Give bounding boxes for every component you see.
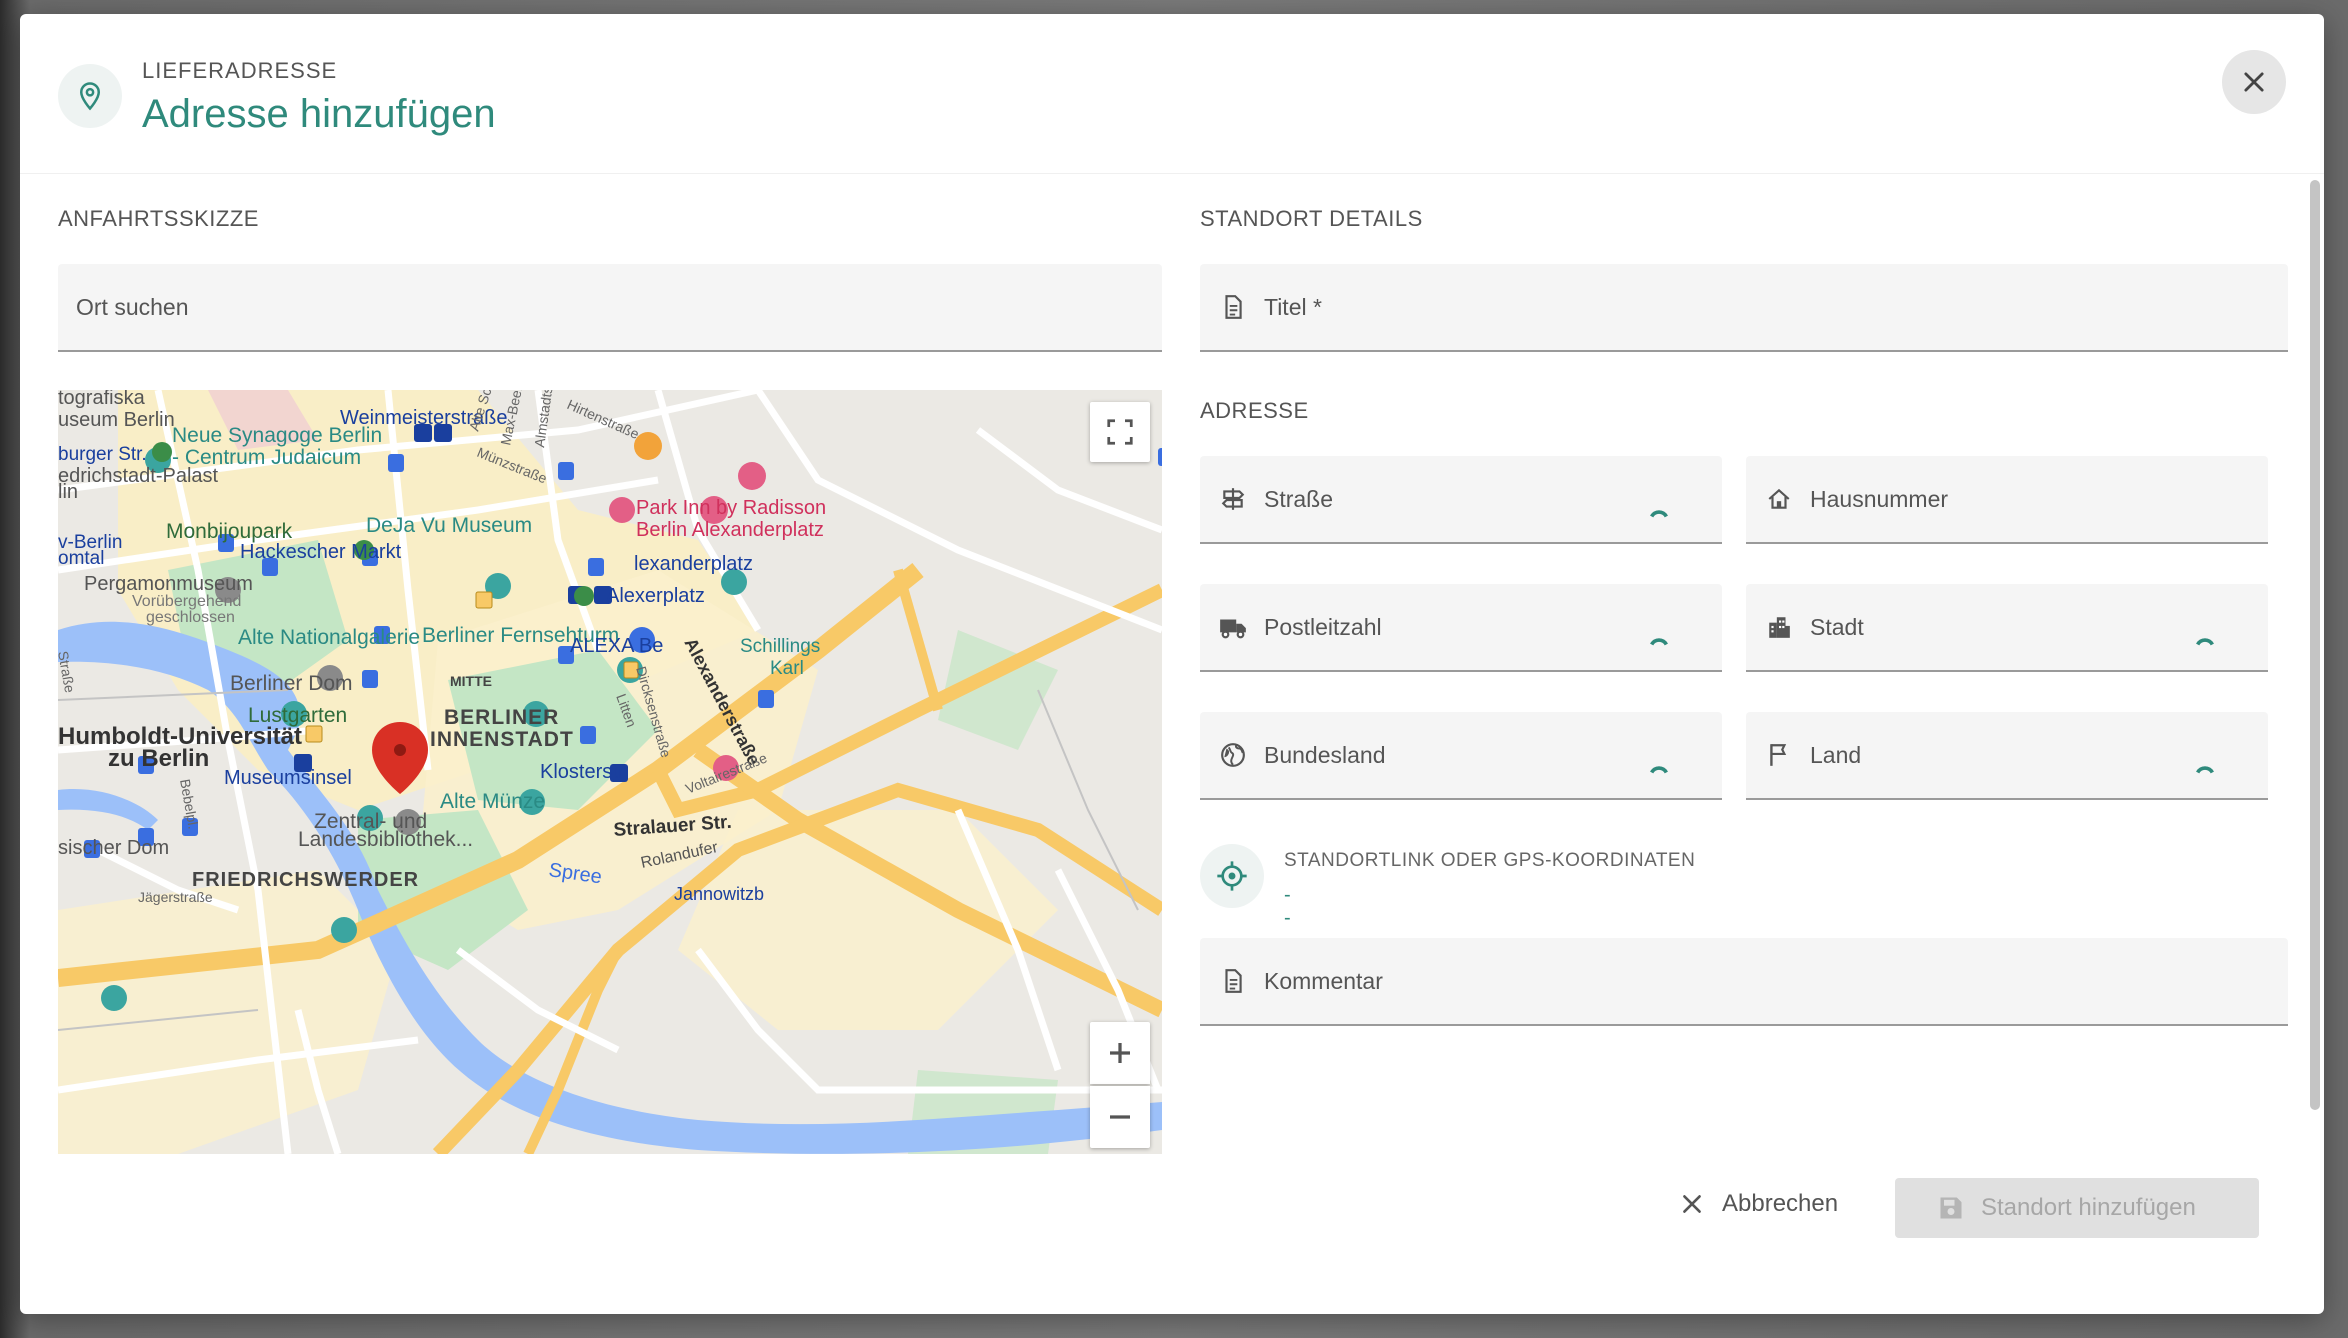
map-label-berliner: BERLINER: [444, 706, 559, 729]
flag-icon: [1764, 740, 1794, 770]
map-label-alexanderplatz: lexanderplatz: [634, 553, 753, 575]
map-label-jannowitz: Jannowitzb: [674, 884, 764, 904]
fullscreen-button[interactable]: [1090, 402, 1150, 462]
save-icon: [1935, 1192, 1967, 1224]
map-label-zu-berlin: zu Berlin: [108, 745, 209, 772]
city-field[interactable]: Stadt: [1746, 584, 2268, 672]
loading-spinner-icon: [1650, 510, 1668, 518]
city-field-label: Stadt: [1810, 613, 1864, 640]
map-label-alexerplatz: Alexerplatz: [606, 585, 705, 607]
dialog-scrollbar[interactable]: [2308, 174, 2322, 1114]
gps-coordinates-label: STANDORTLINK ODER GPS-KOORDINATEN: [1284, 850, 1696, 871]
country-field-label: Land: [1810, 741, 1862, 768]
comment-field[interactable]: Kommentar: [1200, 938, 2288, 1026]
loading-spinner-icon: [1650, 766, 1668, 774]
loading-spinner-icon: [2196, 638, 2214, 646]
map-label-karl: Karl: [770, 658, 804, 679]
postal-code-field-label: Postleitzahl: [1264, 613, 1382, 640]
zoom-out-button[interactable]: [1090, 1086, 1150, 1148]
house-icon: [1764, 484, 1794, 514]
close-icon: [2244, 72, 2264, 92]
map-label-dom-left: sischer Dom: [58, 837, 169, 859]
house-number-field[interactable]: Hausnummer: [1746, 456, 2268, 544]
map-label-friedrichstadt: edrichstadt-Palast: [58, 465, 219, 487]
map-canvas[interactable]: tografiska useum Berlin Neue Synagoge Be…: [58, 390, 1162, 1154]
scrollbar-thumb[interactable]: [2310, 180, 2320, 1110]
map-label-schillings: Schillings: [740, 636, 820, 657]
place-search-placeholder: Ort suchen: [76, 293, 189, 320]
state-field-label: Bundesland: [1264, 741, 1386, 768]
map-label-dejavu: DeJa Vu Museum: [366, 514, 532, 537]
map-view[interactable]: tografiska useum Berlin Neue Synagoge Be…: [58, 390, 1162, 1154]
dialog-overline: LIEFERADRESSE: [142, 58, 338, 83]
close-icon: [1676, 1188, 1708, 1220]
loading-spinner-icon: [1650, 638, 1668, 646]
location-pin-icon: [58, 64, 122, 128]
map-label-park-inn-2: Berlin Alexanderplatz: [636, 519, 824, 541]
map-label-alte-nationalgalerie: Alte Nationalgalerie: [238, 626, 420, 649]
cancel-button-label: Abbrechen: [1722, 1190, 1839, 1217]
map-label-friedrichstadt-2: lin: [58, 481, 78, 503]
map-label-museum-top-left-2: useum Berlin: [58, 409, 175, 431]
street-field[interactable]: Straße: [1200, 456, 1722, 544]
house-number-field-label: Hausnummer: [1810, 485, 1949, 512]
map-label-monbijou: Monbijoupark: [166, 520, 293, 543]
dialog-header: LIEFERADRESSE Adresse hinzufügen: [20, 14, 2324, 174]
postal-code-field[interactable]: Postleitzahl: [1200, 584, 1722, 672]
map-label-hackescher: Hackescher Markt: [240, 541, 402, 563]
cancel-button[interactable]: Abbrechen: [1660, 1174, 1860, 1234]
document-icon: [1218, 292, 1248, 322]
address-section-label: ADRESSE: [1200, 398, 1309, 423]
truck-icon: [1218, 612, 1248, 642]
plus-icon: [1110, 1043, 1130, 1063]
dialog-title: Adresse hinzufügen: [142, 92, 496, 136]
minus-icon: [1110, 1115, 1130, 1119]
country-field[interactable]: Land: [1746, 712, 2268, 800]
map-label-omtal: omtal: [58, 548, 104, 569]
comment-field-label: Kommentar: [1264, 967, 1383, 994]
add-address-dialog: LIEFERADRESSE Adresse hinzufügen ANFAHRT…: [20, 14, 2324, 1314]
add-location-button[interactable]: Standort hinzufügen: [1895, 1178, 2259, 1238]
map-label-klosterstr: Klosterstr.: [540, 761, 629, 783]
signpost-icon: [1218, 484, 1248, 514]
document-icon: [1218, 966, 1248, 996]
title-field-label: Titel *: [1264, 293, 1322, 320]
map-label-landesbibliothek: Landesbibliothek...: [298, 828, 473, 851]
details-section-label: STANDORT DETAILS: [1200, 206, 1423, 231]
map-label-voruebergehend: Vorübergehend: [132, 593, 241, 610]
close-button[interactable]: [2222, 50, 2286, 114]
map-label-mitte: MITTE: [450, 673, 492, 689]
place-search-input[interactable]: Ort suchen: [58, 264, 1162, 352]
loading-spinner-icon: [2196, 766, 2214, 774]
map-label-museum-top-left: tografiska: [58, 390, 146, 409]
title-field[interactable]: Titel *: [1200, 264, 2288, 352]
add-location-button-label: Standort hinzufügen: [1981, 1194, 2196, 1221]
globe-icon: [1218, 740, 1248, 770]
map-label-innenstadt: INNENSTADT: [430, 728, 574, 751]
target-icon: [1200, 844, 1264, 908]
map-label-geschlossen: geschlossen: [146, 609, 235, 626]
state-field[interactable]: Bundesland: [1200, 712, 1722, 800]
map-label-pergamon: Pergamonmuseum: [84, 573, 253, 595]
map-label-berliner-dom: Berliner Dom: [230, 672, 353, 695]
map-label-museumsinsel: Museumsinsel: [224, 767, 352, 789]
map-label-alte-muenze: Alte Münze: [440, 790, 545, 813]
map-label-alexa: ALEXA Be: [570, 635, 663, 657]
map-label-oranienburger: burger Str.: [58, 444, 147, 465]
map-label-friedrichswerder: FRIEDRICHSWERDER: [192, 869, 419, 891]
map-section-label: ANFAHRTSSKIZZE: [58, 206, 259, 231]
zoom-in-button[interactable]: [1090, 1022, 1150, 1084]
city-icon: [1764, 612, 1794, 642]
map-label-jaegerstrasse: Jägerstraße: [138, 889, 213, 905]
map-label-park-inn: Park Inn by Radisson: [636, 497, 826, 519]
fullscreen-icon: [1107, 419, 1133, 445]
street-field-label: Straße: [1264, 485, 1334, 512]
